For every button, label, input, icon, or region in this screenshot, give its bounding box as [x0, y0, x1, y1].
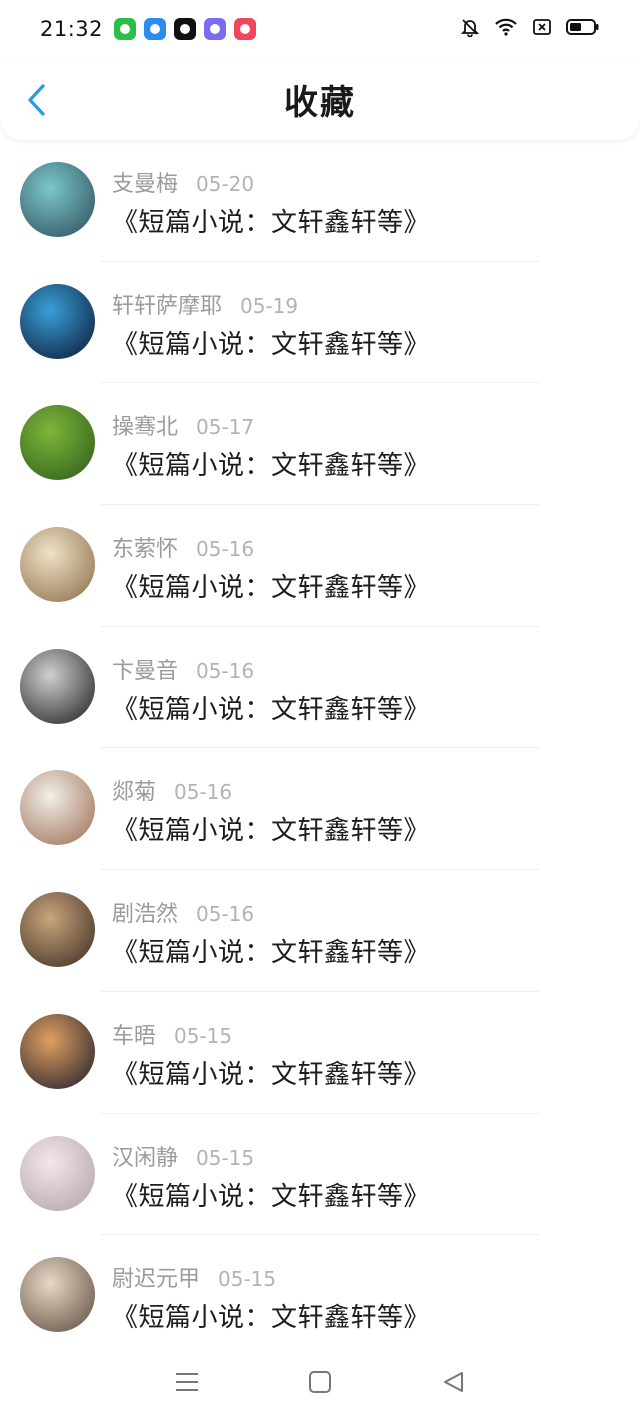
avatar[interactable]: [20, 405, 95, 481]
user-name: 轩轩萨摩耶: [112, 293, 223, 319]
item-meta: 卞曼音 05-16: [112, 653, 254, 685]
favorite-item[interactable]: 汉闲静 05-15 《短篇小说：文轩鑫轩等》: [0, 1114, 640, 1236]
item-title[interactable]: 《短篇小说：文轩鑫轩等》: [112, 445, 430, 482]
item-date: 05-15: [174, 1023, 233, 1048]
favorite-item[interactable]: 卞曼音 05-16 《短篇小说：文轩鑫轩等》: [0, 627, 640, 749]
mute-bell-icon: [460, 17, 480, 41]
avatar[interactable]: [20, 770, 95, 846]
item-date: 05-16: [196, 658, 255, 683]
user-name: 车晤: [112, 1023, 157, 1049]
item-date: 05-16: [196, 537, 255, 562]
item-meta: 尉迟元甲 05-15: [112, 1261, 276, 1293]
avatar[interactable]: [20, 1257, 95, 1333]
app-icon-glyph: [180, 24, 190, 34]
avatar[interactable]: [20, 892, 95, 968]
item-meta: 支曼梅 05-20: [112, 166, 254, 198]
item-date: 05-19: [240, 293, 299, 318]
item-title[interactable]: 《短篇小说：文轩鑫轩等》: [112, 567, 430, 604]
item-meta: 车晤 05-15: [112, 1018, 232, 1050]
item-title[interactable]: 《短篇小说：文轩鑫轩等》: [112, 202, 430, 239]
app-icon-glyph: [210, 24, 220, 34]
item-date: 05-15: [196, 1145, 255, 1170]
battery-icon: [566, 17, 600, 41]
home-square-icon: [308, 1371, 331, 1393]
item-title[interactable]: 《短篇小说：文轩鑫轩等》: [112, 932, 430, 969]
no-sim-icon: [532, 17, 552, 41]
item-date: 05-17: [196, 415, 255, 440]
item-meta: 东萦怀 05-16: [112, 531, 254, 563]
avatar[interactable]: [20, 1135, 95, 1211]
item-title[interactable]: 《短篇小说：文轩鑫轩等》: [112, 1176, 430, 1213]
item-title[interactable]: 《短篇小说：文轩鑫轩等》: [112, 324, 430, 361]
back-triangle-icon: [444, 1372, 464, 1392]
avatar[interactable]: [20, 283, 95, 359]
item-date: 05-15: [218, 1267, 277, 1292]
favorite-item[interactable]: 支曼梅 05-20 《短篇小说：文轩鑫轩等》: [0, 140, 640, 262]
user-name: 剧浩然: [112, 902, 179, 928]
user-name: 郯菊: [112, 780, 157, 806]
video-app-icon: [174, 18, 196, 40]
favorite-item[interactable]: 尉迟元甲 05-15 《短篇小说：文轩鑫轩等》: [0, 1235, 640, 1357]
item-meta: 汉闲静 05-15: [112, 1140, 254, 1172]
app-header: 收藏: [0, 58, 640, 140]
item-date: 05-20: [196, 172, 255, 196]
blue-app-icon: [144, 18, 166, 40]
item-date: 05-16: [196, 902, 255, 927]
favorite-item[interactable]: 郯菊 05-16 《短篇小说：文轩鑫轩等》: [0, 748, 640, 871]
notification-app-icons: [114, 18, 256, 40]
gradient-app-icon: [204, 18, 226, 40]
item-title[interactable]: 《短篇小说：文轩鑫轩等》: [112, 1054, 430, 1091]
wifi-icon: [494, 17, 518, 41]
user-name: 东萦怀: [112, 537, 179, 563]
item-meta: 郯菊 05-16: [112, 774, 232, 806]
page-title: 收藏: [284, 82, 356, 123]
user-name: 操骞北: [112, 415, 179, 441]
favorite-item[interactable]: 车晤 05-15 《短篇小说：文轩鑫轩等》: [0, 992, 640, 1114]
back-nav-button[interactable]: [433, 1362, 473, 1402]
item-title[interactable]: 《短篇小说：文轩鑫轩等》: [112, 689, 430, 726]
item-title[interactable]: 《短篇小说：文轩鑫轩等》: [112, 810, 430, 847]
item-title[interactable]: 《短篇小说：文轩鑫轩等》: [112, 1297, 430, 1334]
menu-button[interactable]: [167, 1362, 207, 1402]
home-button[interactable]: [300, 1362, 340, 1402]
app-icon-glyph: [120, 24, 130, 34]
back-button[interactable]: [20, 80, 52, 120]
app-icon-glyph: [240, 24, 250, 34]
chevron-left-icon: [28, 84, 45, 116]
favorite-item[interactable]: 剧浩然 05-16 《短篇小说：文轩鑫轩等》: [0, 870, 640, 992]
user-name: 卞曼音: [112, 658, 179, 684]
status-bar: 21:32: [0, 0, 640, 58]
favorite-item[interactable]: 东萦怀 05-16 《短篇小说：文轩鑫轩等》: [0, 505, 640, 627]
item-meta: 轩轩萨摩耶 05-19: [112, 288, 298, 320]
user-name: 支曼梅: [112, 172, 179, 197]
user-name: 尉迟元甲: [112, 1267, 201, 1293]
favorite-item[interactable]: 操骞北 05-17 《短篇小说：文轩鑫轩等》: [0, 383, 640, 506]
avatar[interactable]: [20, 162, 95, 237]
item-meta: 操骞北 05-17: [112, 409, 254, 441]
status-indicators: [460, 17, 600, 41]
music-app-icon: [234, 18, 256, 40]
green-app-icon: [114, 18, 136, 40]
menu-icon: [175, 1373, 198, 1391]
user-name: 汉闲静: [112, 1145, 179, 1171]
item-date: 05-16: [174, 780, 233, 805]
status-time: 21:32: [40, 17, 104, 41]
item-meta: 剧浩然 05-16: [112, 896, 254, 928]
avatar[interactable]: [20, 648, 95, 724]
avatar[interactable]: [20, 527, 95, 603]
avatar[interactable]: [20, 1013, 95, 1089]
favorite-item[interactable]: 轩轩萨摩耶 05-19 《短篇小说：文轩鑫轩等》: [0, 262, 640, 384]
app-icon-glyph: [150, 24, 160, 34]
favorites-list: 支曼梅 05-20 《短篇小说：文轩鑫轩等》 轩轩萨摩耶 05-19 《短篇小说：文轩鑫轩…: [0, 140, 640, 1357]
system-nav-bar: [0, 1342, 640, 1422]
